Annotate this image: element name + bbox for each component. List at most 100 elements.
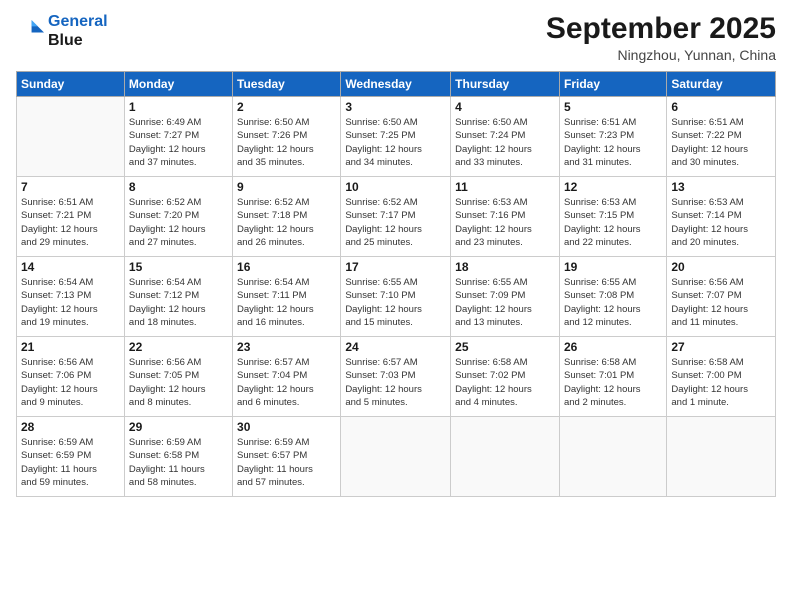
day-info: Sunrise: 6:58 AM Sunset: 7:02 PM Dayligh… [455, 356, 555, 409]
day-info: Sunrise: 6:58 AM Sunset: 7:01 PM Dayligh… [564, 356, 662, 409]
day-number: 2 [237, 100, 336, 114]
day-info: Sunrise: 6:50 AM Sunset: 7:26 PM Dayligh… [237, 116, 336, 169]
calendar-cell [451, 417, 560, 497]
day-number: 11 [455, 180, 555, 194]
day-info: Sunrise: 6:53 AM Sunset: 7:14 PM Dayligh… [671, 196, 771, 249]
day-info: Sunrise: 6:51 AM Sunset: 7:21 PM Dayligh… [21, 196, 120, 249]
day-number: 25 [455, 340, 555, 354]
calendar-week-1: 1 Sunrise: 6:49 AM Sunset: 7:27 PM Daylig… [17, 97, 776, 177]
calendar-cell: 11 Sunrise: 6:53 AM Sunset: 7:16 PM Dayli… [451, 177, 560, 257]
day-number: 15 [129, 260, 228, 274]
day-info: Sunrise: 6:57 AM Sunset: 7:03 PM Dayligh… [345, 356, 446, 409]
header-monday: Monday [124, 72, 232, 97]
day-number: 21 [21, 340, 120, 354]
calendar-cell [667, 417, 776, 497]
calendar-cell: 19 Sunrise: 6:55 AM Sunset: 7:08 PM Dayli… [559, 257, 666, 337]
header-wednesday: Wednesday [341, 72, 451, 97]
calendar-cell: 22 Sunrise: 6:56 AM Sunset: 7:05 PM Dayli… [124, 337, 232, 417]
header-saturday: Saturday [667, 72, 776, 97]
day-number: 6 [671, 100, 771, 114]
calendar-cell: 3Sunrise: 6:50 AM Sunset: 7:25 PM Daylig… [341, 97, 451, 177]
day-info: Sunrise: 6:54 AM Sunset: 7:13 PM Dayligh… [21, 276, 120, 329]
day-info: Sunrise: 6:52 AM Sunset: 7:17 PM Dayligh… [345, 196, 446, 249]
calendar-cell: 30Sunrise: 6:59 AM Sunset: 6:57 PM Dayli… [233, 417, 341, 497]
day-number: 14 [21, 260, 120, 274]
day-number: 22 [129, 340, 228, 354]
day-number: 9 [237, 180, 336, 194]
day-info: Sunrise: 6:52 AM Sunset: 7:20 PM Dayligh… [129, 196, 228, 249]
day-info: Sunrise: 6:55 AM Sunset: 7:08 PM Dayligh… [564, 276, 662, 329]
day-number: 23 [237, 340, 336, 354]
calendar-cell: 13 Sunrise: 6:53 AM Sunset: 7:14 PM Dayli… [667, 177, 776, 257]
header: General Blue September 2025 Ningzhou, Yu… [16, 12, 776, 63]
month-title: September 2025 [546, 12, 776, 45]
day-info: Sunrise: 6:53 AM Sunset: 7:15 PM Dayligh… [564, 196, 662, 249]
day-number: 4 [455, 100, 555, 114]
calendar-cell: 12 Sunrise: 6:53 AM Sunset: 7:15 PM Dayli… [559, 177, 666, 257]
day-number: 12 [564, 180, 662, 194]
calendar-week-5: 28 Sunrise: 6:59 AM Sunset: 6:59 PM Dayli… [17, 417, 776, 497]
day-info: Sunrise: 6:57 AM Sunset: 7:04 PM Dayligh… [237, 356, 336, 409]
day-number: 26 [564, 340, 662, 354]
day-info: Sunrise: 6:50 AM Sunset: 7:24 PM Dayligh… [455, 116, 555, 169]
calendar-cell: 18Sunrise: 6:55 AM Sunset: 7:09 PM Dayli… [451, 257, 560, 337]
day-info: Sunrise: 6:54 AM Sunset: 7:12 PM Dayligh… [129, 276, 228, 329]
calendar-cell: 25 Sunrise: 6:58 AM Sunset: 7:02 PM Dayli… [451, 337, 560, 417]
day-number: 8 [129, 180, 228, 194]
day-info: Sunrise: 6:58 AM Sunset: 7:00 PM Dayligh… [671, 356, 771, 409]
calendar-cell: 27 Sunrise: 6:58 AM Sunset: 7:00 PM Dayli… [667, 337, 776, 417]
day-number: 7 [21, 180, 120, 194]
day-info: Sunrise: 6:59 AM Sunset: 6:58 PM Dayligh… [129, 436, 228, 489]
day-info: Sunrise: 6:51 AM Sunset: 7:22 PM Dayligh… [671, 116, 771, 169]
day-info: Sunrise: 6:55 AM Sunset: 7:10 PM Dayligh… [345, 276, 446, 329]
calendar-cell [17, 97, 125, 177]
logo: General Blue [16, 12, 108, 50]
calendar-cell: 14 Sunrise: 6:54 AM Sunset: 7:13 PM Dayli… [17, 257, 125, 337]
day-number: 16 [237, 260, 336, 274]
calendar-week-2: 7 Sunrise: 6:51 AM Sunset: 7:21 PM Daylig… [17, 177, 776, 257]
day-info: Sunrise: 6:49 AM Sunset: 7:27 PM Dayligh… [129, 116, 228, 169]
day-info: Sunrise: 6:53 AM Sunset: 7:16 PM Dayligh… [455, 196, 555, 249]
day-number: 24 [345, 340, 446, 354]
calendar-cell: 10 Sunrise: 6:52 AM Sunset: 7:17 PM Dayli… [341, 177, 451, 257]
calendar-cell [559, 417, 666, 497]
day-number: 27 [671, 340, 771, 354]
calendar-cell [341, 417, 451, 497]
calendar-cell: 2 Sunrise: 6:50 AM Sunset: 7:26 PM Daylig… [233, 97, 341, 177]
calendar-cell: 29 Sunrise: 6:59 AM Sunset: 6:58 PM Dayli… [124, 417, 232, 497]
day-number: 17 [345, 260, 446, 274]
day-number: 1 [129, 100, 228, 114]
page: General Blue September 2025 Ningzhou, Yu… [0, 0, 792, 612]
day-info: Sunrise: 6:59 AM Sunset: 6:59 PM Dayligh… [21, 436, 120, 489]
day-number: 29 [129, 420, 228, 434]
day-number: 28 [21, 420, 120, 434]
day-number: 30 [237, 420, 336, 434]
calendar-cell: 1 Sunrise: 6:49 AM Sunset: 7:27 PM Daylig… [124, 97, 232, 177]
calendar-header-row: Sunday Monday Tuesday Wednesday Thursday… [17, 72, 776, 97]
day-number: 20 [671, 260, 771, 274]
day-info: Sunrise: 6:56 AM Sunset: 7:05 PM Dayligh… [129, 356, 228, 409]
day-info: Sunrise: 6:50 AM Sunset: 7:25 PM Dayligh… [345, 116, 446, 169]
calendar-cell: 6 Sunrise: 6:51 AM Sunset: 7:22 PM Daylig… [667, 97, 776, 177]
day-number: 13 [671, 180, 771, 194]
calendar-cell: 7 Sunrise: 6:51 AM Sunset: 7:21 PM Daylig… [17, 177, 125, 257]
day-number: 10 [345, 180, 446, 194]
day-info: Sunrise: 6:54 AM Sunset: 7:11 PM Dayligh… [237, 276, 336, 329]
day-info: Sunrise: 6:56 AM Sunset: 7:06 PM Dayligh… [21, 356, 120, 409]
calendar-cell: 15 Sunrise: 6:54 AM Sunset: 7:12 PM Dayli… [124, 257, 232, 337]
day-info: Sunrise: 6:51 AM Sunset: 7:23 PM Dayligh… [564, 116, 662, 169]
day-number: 19 [564, 260, 662, 274]
calendar-cell: 4 Sunrise: 6:50 AM Sunset: 7:24 PM Daylig… [451, 97, 560, 177]
logo-text: General Blue [48, 12, 108, 50]
header-sunday: Sunday [17, 72, 125, 97]
header-tuesday: Tuesday [233, 72, 341, 97]
calendar-week-4: 21 Sunrise: 6:56 AM Sunset: 7:06 PM Dayli… [17, 337, 776, 417]
calendar-cell: 24 Sunrise: 6:57 AM Sunset: 7:03 PM Dayli… [341, 337, 451, 417]
day-info: Sunrise: 6:55 AM Sunset: 7:09 PM Dayligh… [455, 276, 555, 329]
header-thursday: Thursday [451, 72, 560, 97]
calendar-cell: 21 Sunrise: 6:56 AM Sunset: 7:06 PM Dayli… [17, 337, 125, 417]
calendar-cell: 20Sunrise: 6:56 AM Sunset: 7:07 PM Dayli… [667, 257, 776, 337]
title-block: September 2025 Ningzhou, Yunnan, China [546, 12, 776, 63]
logo-icon [16, 17, 44, 45]
calendar-cell: 5Sunrise: 6:51 AM Sunset: 7:23 PM Daylig… [559, 97, 666, 177]
